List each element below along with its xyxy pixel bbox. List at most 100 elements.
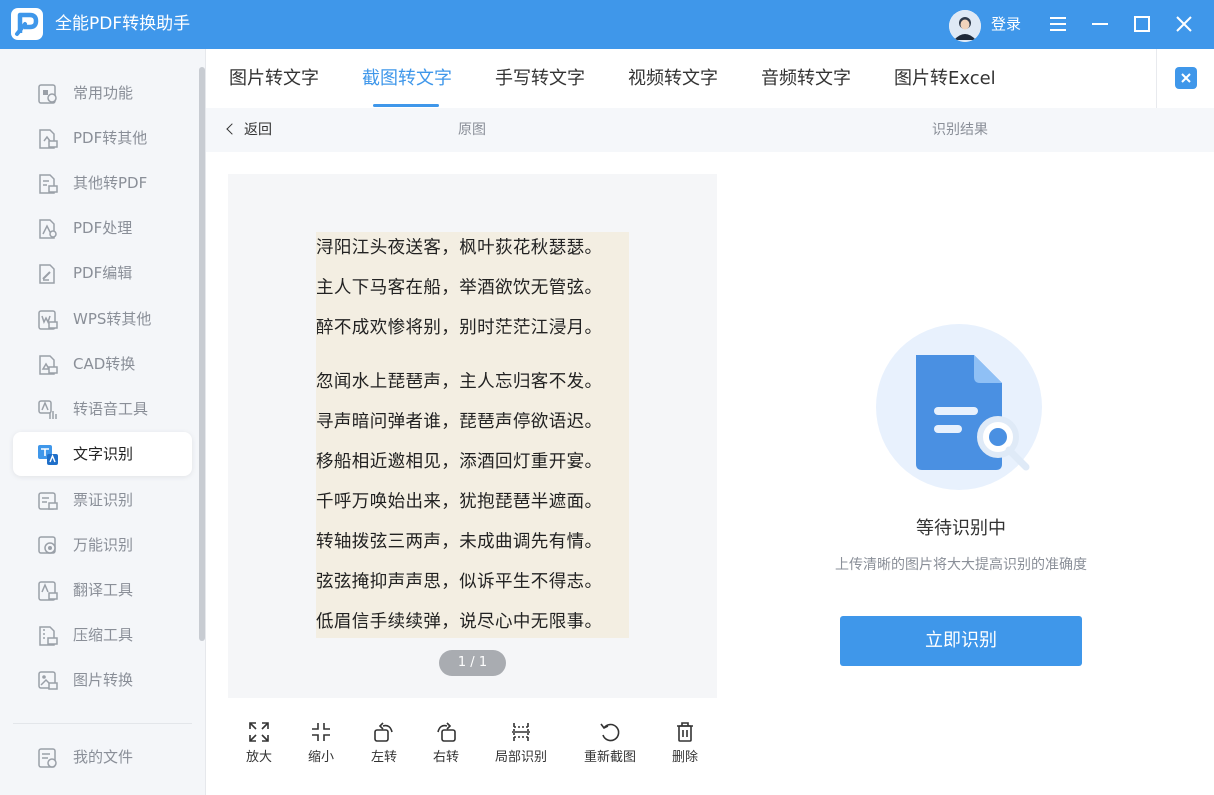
sidebar-item-universal[interactable]: 万能识别 [13,523,192,567]
common-icon [38,84,57,104]
my-files-icon [38,748,57,768]
partial-recognition-button[interactable]: 局部识别 [491,720,551,766]
crop-icon [512,723,530,741]
close-window-icon[interactable] [1172,12,1196,36]
shrink-icon [312,723,330,741]
expand-icon [249,722,269,742]
zoom-out-label: 缩小 [307,750,334,765]
pdf-process-icon [39,219,57,239]
voice-icon [38,400,57,419]
sidebar-item-label: 文字识别 [73,445,134,463]
sidebar-item-pdf-convert[interactable]: PDF转其他 [13,116,192,160]
original-label: 原图 [458,122,486,138]
text-line: 醉不成欢惨将别，别时茫茫江浸月。 [316,318,603,338]
text-line: 忽闻水上琵琶声，主人忘归客不发。 [316,372,603,392]
my-files-label: 我的文件 [73,748,134,766]
recapture-button[interactable]: 重新截图 [580,720,640,766]
sidebar-scrollbar[interactable] [199,67,205,641]
back-button[interactable]: 返回 [226,120,272,140]
sidebar-item-common[interactable]: 常用功能 [13,71,192,115]
rotate-left-icon [374,722,393,742]
sidebar-item-label: 票证识别 [73,491,134,509]
sidebar-item-my-files[interactable]: 我的文件 [13,735,192,779]
text-line: 千呼万唤始出来，犹抱琵琶半遮面。 [316,492,603,512]
wps-icon [38,310,58,330]
page-indicator: 1 / 1 [439,650,506,676]
sidebar-item-image[interactable]: 图片转换 [13,658,192,702]
sidebar-item-wps[interactable]: WPS转其他 [13,297,192,341]
trash-icon [677,722,693,742]
document-search-icon [876,324,1042,490]
recapture-label: 重新截图 [583,750,636,765]
rotate-right-label: 右转 [432,750,459,765]
back-label: 返回 [244,122,272,138]
sidebar-item-compress[interactable]: 压缩工具 [13,613,192,657]
ticket-icon [38,492,58,510]
tab-bar: 图片转文字 截图转文字 手写转文字 视频转文字 音频转文字 图片转Excel [206,49,1156,108]
active-tab-indicator [373,104,439,107]
maximize-icon[interactable] [1130,12,1154,36]
cad-icon [39,355,58,375]
sidebar-item-ocr[interactable]: 文字识别 [13,432,192,476]
sidebar-item-ticket[interactable]: 票证识别 [13,478,192,522]
refresh-icon [600,723,620,742]
tab-screenshot-to-text[interactable]: 截图转文字 [362,67,452,91]
text-line: 弦弦掩抑声声思，似诉平生不得志。 [316,572,603,592]
sidebar-item-label: 图片转换 [73,671,134,689]
sidebar-item-label: 常用功能 [73,84,134,102]
avatar-icon[interactable] [949,10,981,42]
sidebar-item-label: 翻译工具 [73,581,134,599]
sub-header: 返回 原图 识别结果 [206,108,1214,152]
delete-label: 删除 [671,750,698,765]
delete-button[interactable]: 删除 [655,720,715,766]
zoom-in-button[interactable]: 放大 [229,720,289,766]
ocr-icon [38,445,58,465]
recognition-tip: 上传清晰的图片将大大提高识别的准确度 [835,557,1087,573]
sidebar-item-label: 万能识别 [73,536,134,554]
title-bar: 全能PDF转换助手 登录 [0,0,1214,49]
sidebar-item-label: 其他转PDF [73,174,148,192]
recognize-now-button[interactable]: 立即识别 [840,616,1082,666]
tab-handwriting-to-text[interactable]: 手写转文字 [495,67,585,91]
sidebar: 常用功能 PDF转其他 其他转PDF PDF处理 PDF编辑 WPS转其他 CA… [0,49,206,795]
close-panel-button[interactable] [1156,49,1214,108]
tab-image-to-text[interactable]: 图片转文字 [229,67,319,91]
app-logo [11,8,43,40]
sidebar-divider [13,723,192,724]
sidebar-item-cad[interactable]: CAD转换 [13,342,192,386]
sidebar-item-pdf-process[interactable]: PDF处理 [13,206,192,250]
sidebar-item-translate[interactable]: 翻译工具 [13,568,192,612]
tab-video-to-text[interactable]: 视频转文字 [628,67,718,91]
to-pdf-icon [39,174,58,194]
rotate-left-label: 左转 [370,750,397,765]
translate-icon [38,581,58,601]
menu-icon[interactable] [1046,12,1070,36]
tab-image-to-excel[interactable]: 图片转Excel [894,67,996,91]
sidebar-item-voice[interactable]: 转语音工具 [13,387,192,431]
text-line: 移船相近邀相见，添酒回灯重开宴。 [316,452,603,472]
image-preview: 浔阳江头夜送客，枫叶荻花秋瑟瑟。 主人下马客在船，举酒欲饮无管弦。 醉不成欢惨将… [228,174,717,698]
rotate-right-button[interactable]: 右转 [416,720,476,766]
sidebar-item-to-pdf[interactable]: 其他转PDF [13,161,192,205]
pdf-edit-icon [39,264,55,284]
sidebar-item-label: PDF处理 [73,219,133,237]
minimize-icon[interactable] [1088,12,1112,36]
close-icon [1175,67,1197,89]
login-link[interactable]: 登录 [991,14,1021,34]
tab-audio-to-text[interactable]: 音频转文字 [761,67,851,91]
zoom-out-button[interactable]: 缩小 [291,720,351,766]
compress-icon [39,626,58,646]
sidebar-item-pdf-edit[interactable]: PDF编辑 [13,251,192,295]
rotate-left-button[interactable]: 左转 [354,720,414,766]
app-title: 全能PDF转换助手 [55,14,191,34]
universal-icon [38,536,56,554]
result-label: 识别结果 [932,122,988,138]
chevron-left-icon [226,123,238,135]
text-line: 寻声暗问弹者谁，琵琶声停欲语迟。 [316,412,603,432]
text-line: 转轴拨弦三两声，未成曲调先有情。 [316,532,603,552]
partial-recognition-label: 局部识别 [494,750,547,765]
sidebar-item-label: 转语音工具 [73,400,149,418]
pdf-convert-icon [39,129,58,149]
sidebar-item-label: 压缩工具 [73,626,134,644]
zoom-in-label: 放大 [245,750,272,765]
